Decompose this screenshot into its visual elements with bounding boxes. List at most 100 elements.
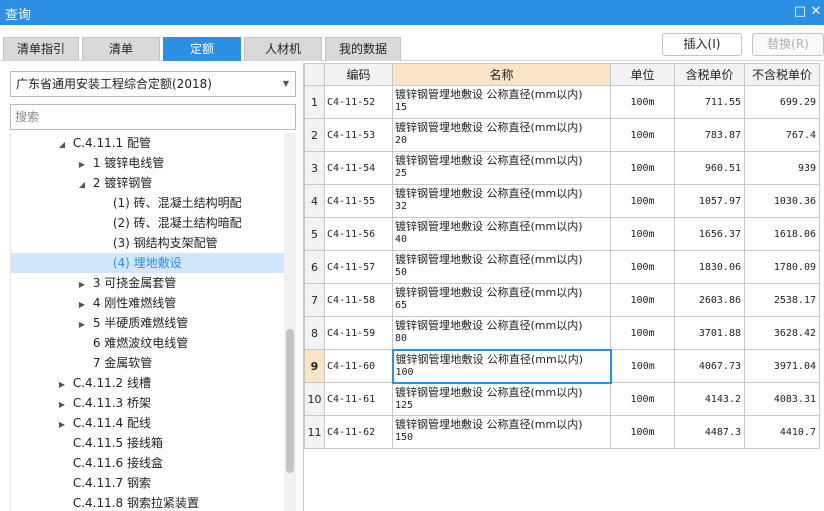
tree-item[interactable]: (4) 埋地敷设 bbox=[11, 253, 284, 273]
code-cell[interactable]: C4-11-59 bbox=[324, 316, 393, 350]
row-index-cell[interactable]: 8 bbox=[304, 316, 325, 350]
close-icon[interactable]: ✕ bbox=[808, 3, 824, 21]
price-notax-cell[interactable]: 767.4 bbox=[744, 118, 820, 152]
replace-button[interactable]: 替换(R) bbox=[752, 33, 824, 56]
price-tax-cell[interactable]: 3701.88 bbox=[674, 316, 745, 350]
tree-item[interactable]: ◢ 2 镀锌钢管 bbox=[11, 173, 284, 193]
tree-item[interactable]: (3) 钢结构支架配管 bbox=[11, 233, 284, 253]
row-index-cell[interactable]: 7 bbox=[304, 283, 325, 317]
name-cell[interactable]: 镀锌钢管埋地敷设 公称直径(mm以内) 40 bbox=[392, 217, 611, 251]
table-row[interactable]: 5 C4-11-56 镀锌钢管埋地敷设 公称直径(mm以内) 40 100m 1656.3… bbox=[304, 217, 820, 251]
tree-item[interactable]: (2) 砖、混凝土结构暗配 bbox=[11, 213, 284, 233]
code-cell[interactable]: C4-11-57 bbox=[324, 250, 393, 284]
unit-cell[interactable]: 100m bbox=[610, 415, 675, 449]
quota-library-select[interactable]: 广东省通用安装工程综合定额(2018) ▼ bbox=[10, 71, 296, 97]
name-cell[interactable]: 镀锌钢管埋地敷设 公称直径(mm以内) 100 bbox=[391, 348, 612, 384]
table-row[interactable]: 2 C4-11-53 镀锌钢管埋地敷设 公称直径(mm以内) 20 100m 783.87… bbox=[304, 118, 820, 152]
tab-quota[interactable]: 定额 bbox=[163, 37, 241, 61]
tree-item[interactable]: ▶ C.4.11.2 线槽 bbox=[11, 373, 284, 393]
chevron-down-icon[interactable]: ▼ bbox=[283, 72, 289, 96]
tab-bill[interactable]: 清单 bbox=[82, 37, 160, 61]
row-index-cell[interactable]: 6 bbox=[304, 250, 325, 284]
row-index-cell[interactable]: 2 bbox=[304, 118, 325, 152]
code-cell[interactable]: C4-11-60 bbox=[324, 349, 393, 383]
tree-item[interactable]: C.4.11.5 接线箱 bbox=[11, 433, 284, 453]
price-notax-cell[interactable]: 3971.04 bbox=[744, 349, 820, 383]
price-notax-cell[interactable]: 939 bbox=[744, 151, 820, 185]
row-index-cell[interactable]: 3 bbox=[304, 151, 325, 185]
price-tax-cell[interactable]: 711.55 bbox=[674, 85, 745, 119]
price-tax-cell[interactable]: 1830.06 bbox=[674, 250, 745, 284]
price-tax-cell[interactable]: 4067.73 bbox=[674, 349, 745, 383]
scroll-thumb[interactable] bbox=[286, 329, 294, 473]
name-cell[interactable]: 镀锌钢管埋地敷设 公称直径(mm以内) 32 bbox=[392, 184, 611, 218]
column-header-code[interactable]: 编码 bbox=[324, 63, 393, 86]
tree-scrollbar[interactable] bbox=[284, 133, 296, 511]
code-cell[interactable]: C4-11-55 bbox=[324, 184, 393, 218]
row-index-cell[interactable]: 9 bbox=[304, 349, 325, 383]
price-notax-cell[interactable]: 699.29 bbox=[744, 85, 820, 119]
name-cell[interactable]: 镀锌钢管埋地敷设 公称直径(mm以内) 150 bbox=[392, 415, 611, 449]
table-row[interactable]: 6 C4-11-57 镀锌钢管埋地敷设 公称直径(mm以内) 50 100m 1830.0… bbox=[304, 250, 820, 284]
column-header-unit[interactable]: 单位 bbox=[610, 63, 675, 86]
tab-bill-guide[interactable]: 清单指引 bbox=[3, 37, 79, 61]
column-header-name[interactable]: 名称 bbox=[392, 63, 611, 86]
tab-my-data[interactable]: 我的数据 bbox=[325, 37, 401, 61]
name-cell[interactable]: 镀锌钢管埋地敷设 公称直径(mm以内) 125 bbox=[392, 382, 611, 416]
name-cell[interactable]: 镀锌钢管埋地敷设 公称直径(mm以内) 50 bbox=[392, 250, 611, 284]
tree-item[interactable]: ▶ 1 镀锌电线管 bbox=[11, 153, 284, 173]
row-index-cell[interactable]: 5 bbox=[304, 217, 325, 251]
price-tax-cell[interactable]: 1057.97 bbox=[674, 184, 745, 218]
tree-item[interactable]: ▶ 4 刚性难燃线管 bbox=[11, 293, 284, 313]
price-tax-cell[interactable]: 1656.37 bbox=[674, 217, 745, 251]
restore-icon[interactable]: □ bbox=[792, 3, 808, 21]
unit-cell[interactable]: 100m bbox=[610, 349, 675, 383]
table-row[interactable]: 4 C4-11-55 镀锌钢管埋地敷设 公称直径(mm以内) 32 100m 1057.9… bbox=[304, 184, 820, 218]
insert-button[interactable]: 插入(I) bbox=[662, 33, 742, 56]
unit-cell[interactable]: 100m bbox=[610, 217, 675, 251]
code-cell[interactable]: C4-11-62 bbox=[324, 415, 393, 449]
unit-cell[interactable]: 100m bbox=[610, 382, 675, 416]
name-cell[interactable]: 镀锌钢管埋地敷设 公称直径(mm以内) 25 bbox=[392, 151, 611, 185]
table-row[interactable]: 7 C4-11-58 镀锌钢管埋地敷设 公称直径(mm以内) 65 100m 2603.8… bbox=[304, 283, 820, 317]
tree-item[interactable]: (1) 砖、混凝土结构明配 bbox=[11, 193, 284, 213]
expanded-arrow-icon[interactable]: ◢ bbox=[75, 175, 89, 195]
expanded-arrow-icon[interactable]: ◢ bbox=[55, 135, 69, 155]
name-cell[interactable]: 镀锌钢管埋地敷设 公称直径(mm以内) 80 bbox=[392, 316, 611, 350]
price-notax-cell[interactable]: 1780.09 bbox=[744, 250, 820, 284]
price-tax-cell[interactable]: 960.51 bbox=[674, 151, 745, 185]
tree-item[interactable]: 6 难燃波纹电线管 bbox=[11, 333, 284, 353]
tree-item[interactable]: ▶ 3 可挠金属套管 bbox=[11, 273, 284, 293]
price-tax-cell[interactable]: 4487.3 bbox=[674, 415, 745, 449]
tree-item[interactable]: 7 金属软管 bbox=[11, 353, 284, 373]
tree-item[interactable]: ▶ C.4.11.3 桥架 bbox=[11, 393, 284, 413]
collapsed-arrow-icon[interactable]: ▶ bbox=[75, 315, 89, 335]
table-row[interactable]: 11 C4-11-62 镀锌钢管埋地敷设 公称直径(mm以内) 150 100m 4487… bbox=[304, 415, 820, 449]
unit-cell[interactable]: 100m bbox=[610, 118, 675, 152]
unit-cell[interactable]: 100m bbox=[610, 316, 675, 350]
unit-cell[interactable]: 100m bbox=[610, 151, 675, 185]
row-index-cell[interactable]: 11 bbox=[304, 415, 325, 449]
code-cell[interactable]: C4-11-58 bbox=[324, 283, 393, 317]
table-row[interactable]: 3 C4-11-54 镀锌钢管埋地敷设 公称直径(mm以内) 25 100m 960.51… bbox=[304, 151, 820, 185]
name-cell[interactable]: 镀锌钢管埋地敷设 公称直径(mm以内) 20 bbox=[392, 118, 611, 152]
table-row[interactable]: 9 C4-11-60 镀锌钢管埋地敷设 公称直径(mm以内) 100 100m 4067.… bbox=[304, 348, 820, 384]
table-row[interactable]: 1 C4-11-52 镀锌钢管埋地敷设 公称直径(mm以内) 15 100m 711.55… bbox=[304, 85, 820, 119]
price-tax-cell[interactable]: 783.87 bbox=[674, 118, 745, 152]
price-notax-cell[interactable]: 1030.36 bbox=[744, 184, 820, 218]
row-index-cell[interactable]: 4 bbox=[304, 184, 325, 218]
price-notax-cell[interactable]: 2538.17 bbox=[744, 283, 820, 317]
row-index-cell[interactable]: 10 bbox=[304, 382, 325, 416]
table-row[interactable]: 10 C4-11-61 镀锌钢管埋地敷设 公称直径(mm以内) 125 100m 4143… bbox=[304, 382, 820, 416]
tree-item[interactable]: C.4.11.8 钢索拉紧装置 bbox=[11, 493, 284, 511]
tree-item[interactable]: ◢ C.4.11.1 配管 bbox=[11, 133, 284, 153]
column-header-price-notax[interactable]: 不含税单价 bbox=[744, 63, 820, 86]
price-tax-cell[interactable]: 2603.86 bbox=[674, 283, 745, 317]
unit-cell[interactable]: 100m bbox=[610, 283, 675, 317]
tree-item[interactable]: ▶ 5 半硬质难燃线管 bbox=[11, 313, 284, 333]
collapsed-arrow-icon[interactable]: ▶ bbox=[75, 295, 89, 315]
collapsed-arrow-icon[interactable]: ▶ bbox=[55, 375, 69, 395]
collapsed-arrow-icon[interactable]: ▶ bbox=[55, 415, 69, 435]
code-cell[interactable]: C4-11-52 bbox=[324, 85, 393, 119]
code-cell[interactable]: C4-11-53 bbox=[324, 118, 393, 152]
